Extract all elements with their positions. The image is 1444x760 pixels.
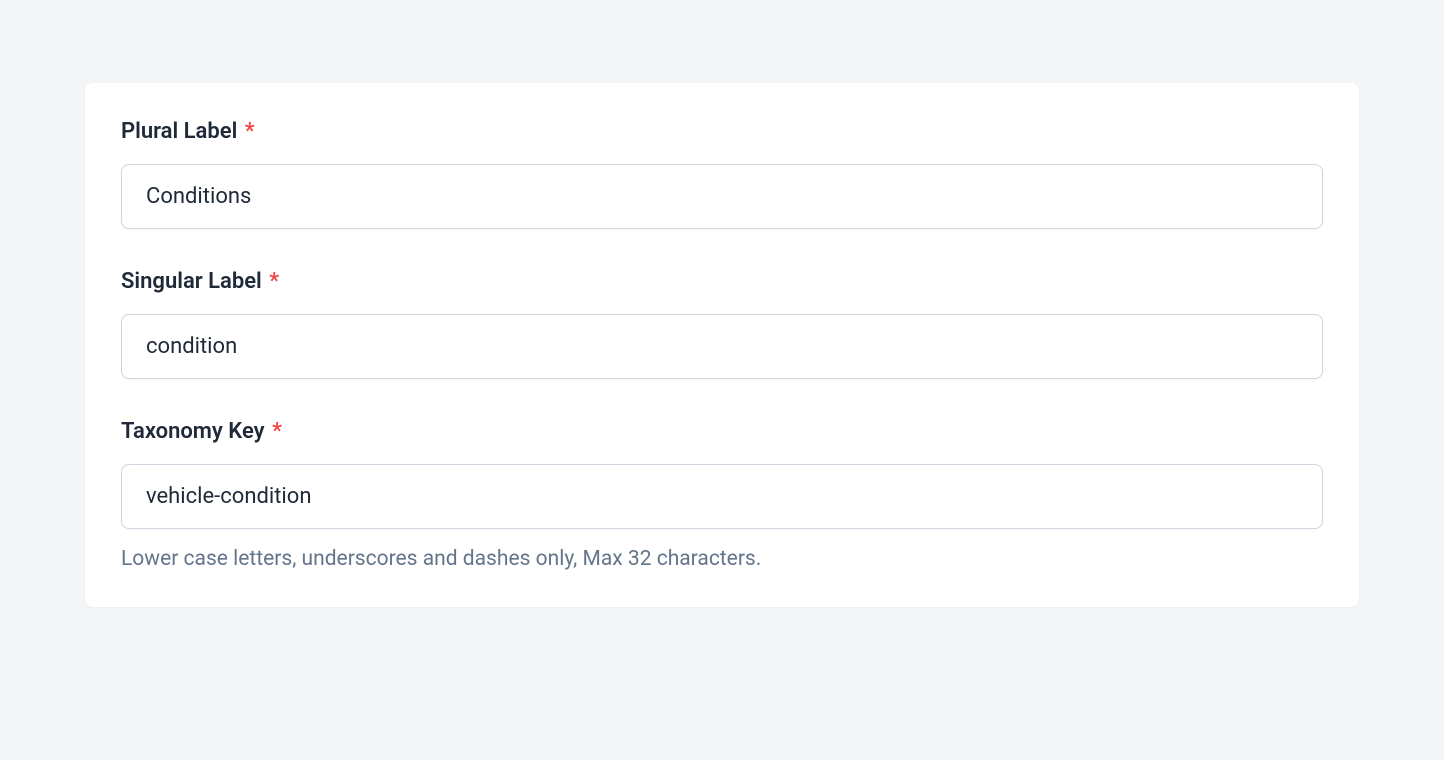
singular-label-label: Singular Label * bbox=[121, 269, 1323, 294]
singular-label-input[interactable] bbox=[121, 314, 1323, 379]
singular-label-group: Singular Label * bbox=[121, 269, 1323, 379]
plural-label-group: Plural Label * bbox=[121, 119, 1323, 229]
required-indicator: * bbox=[269, 269, 279, 294]
plural-label-text: Plural Label bbox=[121, 119, 237, 144]
required-indicator: * bbox=[245, 119, 255, 144]
taxonomy-key-group: Taxonomy Key * Lower case letters, under… bbox=[121, 419, 1323, 571]
singular-label-text: Singular Label bbox=[121, 269, 262, 294]
taxonomy-key-help: Lower case letters, underscores and dash… bbox=[121, 547, 1323, 571]
taxonomy-key-text: Taxonomy Key bbox=[121, 419, 265, 444]
required-indicator: * bbox=[272, 419, 282, 444]
plural-label-input[interactable] bbox=[121, 164, 1323, 229]
taxonomy-key-input[interactable] bbox=[121, 464, 1323, 529]
form-card: Plural Label * Singular Label * Taxonomy… bbox=[85, 83, 1359, 607]
plural-label-label: Plural Label * bbox=[121, 119, 1323, 144]
taxonomy-key-label: Taxonomy Key * bbox=[121, 419, 1323, 444]
